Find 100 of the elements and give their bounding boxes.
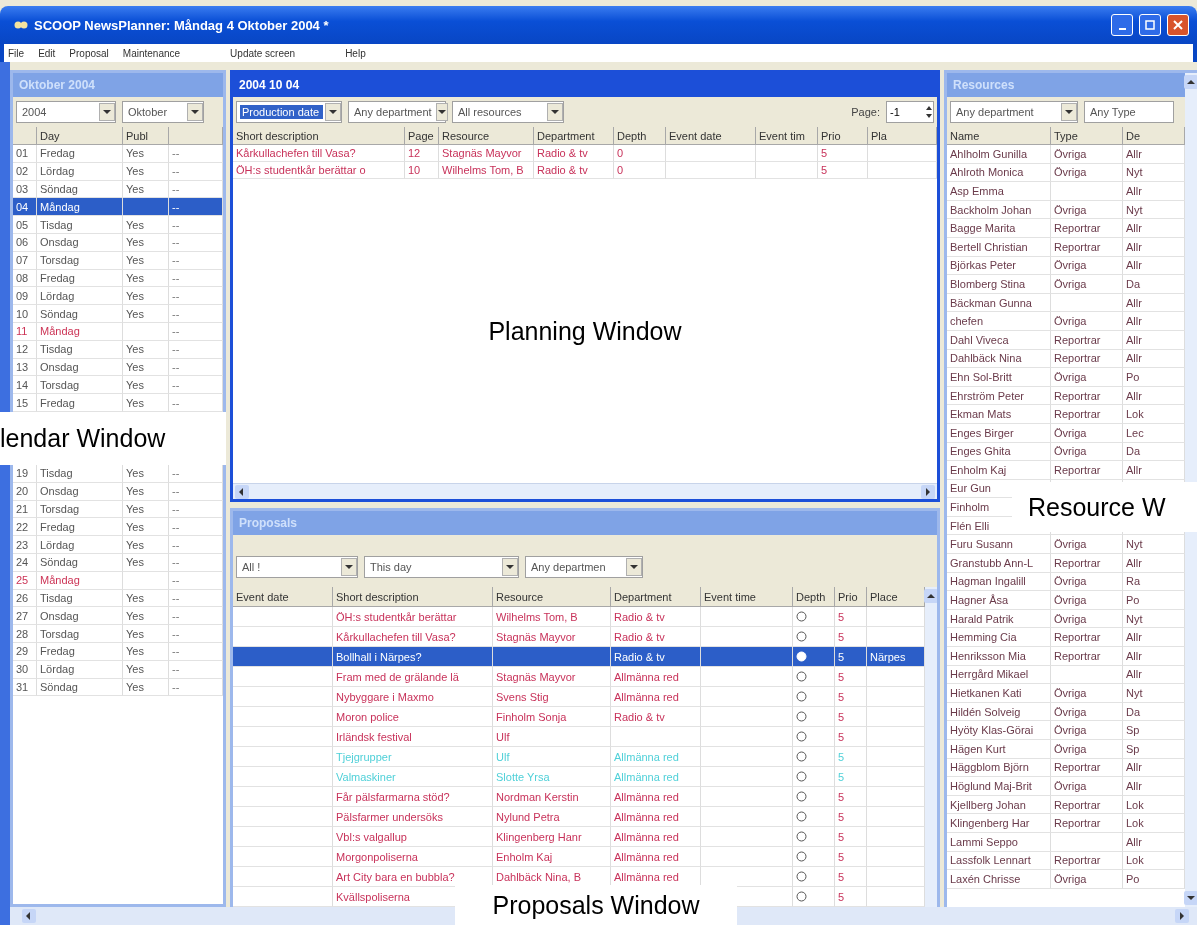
day-name: Onsdag xyxy=(37,482,123,501)
day-name: Måndag xyxy=(37,322,123,341)
publish-cell: Yes xyxy=(123,625,169,643)
day-number: 19 xyxy=(13,464,37,483)
table-cell: Övriga xyxy=(1051,870,1123,889)
day-name: Onsdag xyxy=(37,234,123,252)
day-name: Fredag xyxy=(37,394,123,412)
publish-cell: Yes xyxy=(123,482,169,501)
status-cell: -- xyxy=(169,340,223,359)
table-cell: Reportrar xyxy=(1051,330,1123,350)
panel-title: Oktober 2004 xyxy=(19,78,96,92)
day-name: Tisdag xyxy=(37,340,123,359)
table-cell: Wilhelms Tom, B xyxy=(439,162,534,179)
status-cell: -- xyxy=(169,322,223,341)
table-cell: Övriga xyxy=(1051,777,1123,796)
table-cell: Laxén Chrisse xyxy=(947,870,1051,889)
day-number: 24 xyxy=(13,553,37,572)
day-number: 10 xyxy=(13,305,37,323)
table-cell: Övriga xyxy=(1051,684,1123,703)
table-cell: Bagge Marita xyxy=(947,219,1051,238)
table-cell: Hagner Åsa xyxy=(947,591,1051,610)
status-cell: -- xyxy=(169,216,223,234)
table-cell: Reportrar xyxy=(1051,461,1123,480)
day-number: 23 xyxy=(13,536,37,554)
publish-cell: Yes xyxy=(123,162,169,181)
publish-cell: Yes xyxy=(123,394,169,412)
table-cell: Övriga xyxy=(1051,312,1123,331)
day-number: 02 xyxy=(13,162,37,181)
publish-cell: Yes xyxy=(123,678,169,697)
panel-title: Proposals xyxy=(239,516,298,530)
day-number: 15 xyxy=(13,394,37,412)
day-name: Lördag xyxy=(37,660,123,679)
status-cell: -- xyxy=(169,571,223,590)
table-cell: Enholm Kaj xyxy=(947,461,1051,480)
table-cell: 5 xyxy=(818,162,868,179)
status-cell: -- xyxy=(169,660,223,679)
status-cell: -- xyxy=(169,678,223,697)
table-cell: Bertell Christian xyxy=(947,237,1051,257)
publish-cell: Yes xyxy=(123,145,169,163)
publish-cell: Yes xyxy=(123,340,169,359)
table-cell: 0 xyxy=(614,162,666,179)
callout-label: lendar Window xyxy=(0,411,226,465)
day-number: 20 xyxy=(13,482,37,501)
publish-cell: Yes xyxy=(123,216,169,234)
day-number: 31 xyxy=(13,678,37,697)
table-cell: Reportrar xyxy=(1051,219,1123,238)
publish-cell: Yes xyxy=(123,660,169,679)
table-cell: Blomberg Stina xyxy=(947,275,1051,294)
day-name: Fredag xyxy=(37,642,123,661)
day-name: Söndag xyxy=(37,678,123,697)
table-cell: Övriga xyxy=(1051,591,1123,610)
publish-cell: Yes xyxy=(123,536,169,554)
day-number: 12 xyxy=(13,340,37,359)
table-cell: Granstubb Ann-L xyxy=(947,554,1051,573)
table-cell: Övriga xyxy=(1051,275,1123,294)
day-name: Fredag xyxy=(37,145,123,163)
table-cell: Hietkanen Kati xyxy=(947,684,1051,703)
status-cell: -- xyxy=(169,145,223,163)
day-name: Torsdag xyxy=(37,625,123,643)
day-number: 01 xyxy=(13,145,37,163)
status-cell: -- xyxy=(169,162,223,181)
day-name: Måndag xyxy=(37,571,123,590)
publish-cell: Yes xyxy=(123,553,169,572)
status-cell: -- xyxy=(169,305,223,323)
table-cell: Ekman Mats xyxy=(947,405,1051,424)
day-number: 25 xyxy=(13,571,37,590)
window-title: SCOOP NewsPlanner: Måndag 4 Oktober 2004 * xyxy=(34,17,330,33)
publish-cell: Yes xyxy=(123,251,169,270)
day-number: 06 xyxy=(13,234,37,252)
table-cell: Reportrar xyxy=(1051,405,1123,424)
day-number: 07 xyxy=(13,251,37,270)
panel-title: 2004 10 04 xyxy=(239,78,300,92)
day-name: Lördag xyxy=(37,162,123,181)
panel-title: Resources xyxy=(953,78,1015,92)
day-name: Lördag xyxy=(37,536,123,554)
status-cell: -- xyxy=(169,394,223,412)
table-cell: Övriga xyxy=(1051,423,1123,443)
table-cell: Reportrar xyxy=(1051,237,1123,257)
table-cell: Övriga xyxy=(1051,145,1123,164)
status-cell: -- xyxy=(169,464,223,483)
table-cell: Ehn Sol-Britt xyxy=(947,368,1051,387)
table-cell: Enges Birger xyxy=(947,423,1051,443)
table-cell: Höglund Maj-Brit xyxy=(947,777,1051,796)
table-cell: Ahlholm Gunilla xyxy=(947,145,1051,164)
table-cell: Klingenberg Har xyxy=(947,814,1051,833)
day-name: Söndag xyxy=(37,305,123,323)
publish-cell: Yes xyxy=(123,305,169,323)
day-number: 29 xyxy=(13,642,37,661)
day-name: Tisdag xyxy=(37,464,123,483)
day-number: 30 xyxy=(13,660,37,679)
table-cell: Reportrar xyxy=(1051,554,1123,573)
publish-cell: Yes xyxy=(123,464,169,483)
table-cell: 10 xyxy=(405,162,439,179)
table-cell: Henriksson Mia xyxy=(947,647,1051,666)
status-cell: -- xyxy=(169,251,223,270)
day-number: 05 xyxy=(13,216,37,234)
day-name: Tisdag xyxy=(37,216,123,234)
table-cell: Asp Emma xyxy=(947,182,1051,201)
status-cell: -- xyxy=(169,553,223,572)
status-cell: -- xyxy=(169,234,223,252)
